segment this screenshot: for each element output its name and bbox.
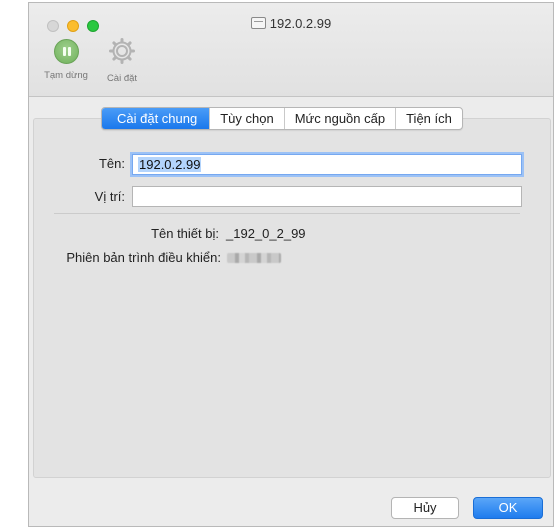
name-field[interactable]: 192.0.2.99 <box>132 154 522 175</box>
window-title-text: 192.0.2.99 <box>269 16 332 31</box>
name-field-value: 192.0.2.99 <box>138 157 202 172</box>
driver-version-label: Phiên bản trình điều khiển: <box>66 250 221 265</box>
tab-options[interactable]: Tùy chọn <box>209 108 283 129</box>
window-title: 192.0.2.99 <box>29 16 553 31</box>
tab-bar: Cài đặt chung Tùy chọn Mức nguồn cấp Tiệ… <box>101 107 463 130</box>
document-icon <box>250 17 266 29</box>
location-field[interactable] <box>132 186 522 207</box>
divider <box>54 213 520 214</box>
pause-label: Tạm dừng <box>44 70 88 81</box>
gear-icon <box>109 38 135 64</box>
ok-button[interactable]: OK <box>473 497 543 519</box>
driver-version-value <box>227 253 281 263</box>
tab-supply-levels[interactable]: Mức nguồn cấp <box>283 108 395 129</box>
cancel-button[interactable]: Hủy <box>391 497 459 519</box>
tab-general[interactable]: Cài đặt chung <box>102 108 210 129</box>
title-bar: 192.0.2.99 Tạm dừng Cài đặt <box>29 3 553 97</box>
pause-icon <box>53 39 79 64</box>
location-label: Vị trí: <box>94 189 125 204</box>
settings-button[interactable]: Cài đặt <box>95 38 149 84</box>
printer-settings-window: 192.0.2.99 Tạm dừng Cài đặt Cài đặt chun… <box>28 2 554 527</box>
device-name-label: Tên thiết bị: <box>151 226 219 241</box>
pause-button[interactable]: Tạm dừng <box>35 39 97 81</box>
name-label: Tên: <box>98 156 125 171</box>
device-name-value: _192_0_2_99 <box>226 226 306 241</box>
settings-label: Cài đặt <box>106 73 138 84</box>
tab-utility[interactable]: Tiện ích <box>395 108 462 129</box>
